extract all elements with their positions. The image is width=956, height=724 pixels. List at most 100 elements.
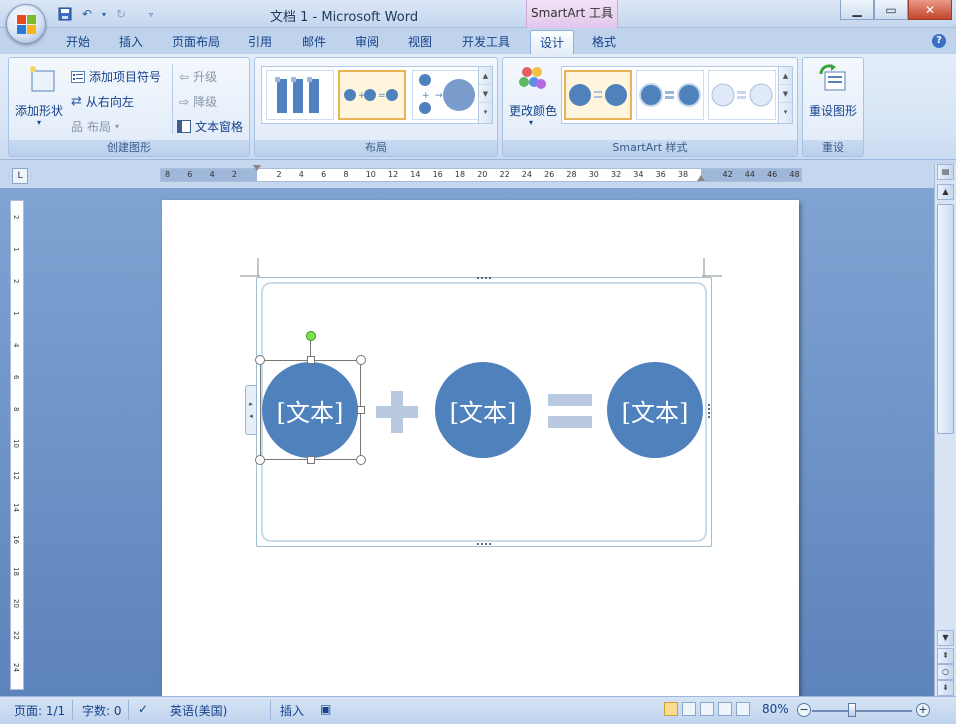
style-option-simple[interactable] <box>564 70 632 120</box>
document-page[interactable]: ▸ ◂ [文本] [文本] [文本] <box>162 200 799 700</box>
tab-mailings[interactable]: 邮件 <box>294 30 334 54</box>
maximize-button[interactable]: ▭ <box>874 0 908 20</box>
horizontal-ruler[interactable]: 8 6 4 2 2 4 6 8 10 12 14 16 18 20 22 24 26 28 30 32 34 36 38 42… <box>160 165 802 182</box>
layout-button[interactable]: 品 布局 ▾ <box>71 118 119 135</box>
resize-handle-se[interactable] <box>356 455 366 465</box>
scroll-up-icon[interactable]: ▲ <box>479 67 492 85</box>
zoom-slider[interactable] <box>812 710 912 712</box>
resize-handle-n[interactable] <box>307 356 315 364</box>
tab-review[interactable]: 审阅 <box>347 30 387 54</box>
smartart-node-2[interactable]: [文本] <box>435 362 531 458</box>
layout-option-vertical-bars[interactable] <box>266 70 334 120</box>
resize-handle-nw[interactable] <box>255 355 265 365</box>
scroll-thumb[interactable] <box>937 204 954 434</box>
undo-icon[interactable]: ↶ <box>78 6 96 22</box>
layout-option-equation[interactable]: + = <box>338 70 406 120</box>
promote-button[interactable]: ⇦ 升级 <box>179 68 217 85</box>
redo-icon[interactable]: ↻ <box>112 6 130 22</box>
tab-design[interactable]: 设计 <box>530 30 574 54</box>
more-icon[interactable]: ▾ <box>479 103 492 121</box>
style-option-outline[interactable] <box>636 70 704 120</box>
scroll-down-icon[interactable]: ▼ <box>779 85 792 103</box>
minimize-button[interactable]: ▁ <box>840 0 874 20</box>
resize-handle-e[interactable] <box>357 406 365 414</box>
scroll-down-icon[interactable]: ▼ <box>479 85 492 103</box>
right-to-left-button[interactable]: ⇄ 从右向左 <box>71 93 134 110</box>
promote-label: 升级 <box>193 70 218 84</box>
text-pane-button[interactable]: 文本窗格 <box>177 118 243 135</box>
styles-gallery-scroll[interactable]: ▲ ▼ ▾ <box>778 67 792 123</box>
ruler-toggle-icon[interactable]: ▤ <box>937 164 954 180</box>
smartart-node-3[interactable]: [文本] <box>607 362 703 458</box>
tab-insert[interactable]: 插入 <box>111 30 151 54</box>
layout-option-vertical-equation[interactable]: + → <box>412 70 480 120</box>
undo-dropdown-icon[interactable]: ▾ <box>100 6 108 22</box>
outline-view-button[interactable] <box>718 702 732 716</box>
scroll-down-button[interactable]: ▼ <box>937 630 954 646</box>
print-layout-view-button[interactable] <box>664 702 678 716</box>
close-button[interactable]: ✕ <box>908 0 952 20</box>
help-icon[interactable]: ? <box>932 34 946 48</box>
ruler-tick-label: 8 <box>165 170 171 179</box>
equals-operator[interactable] <box>548 394 592 428</box>
right-indent-marker[interactable] <box>697 175 705 181</box>
customize-qat-icon[interactable]: ▿ <box>142 6 160 22</box>
save-icon[interactable] <box>56 6 74 22</box>
vertical-scrollbar[interactable]: ▤ ▲ ▼ ⇞ ○ ⇟ <box>934 164 956 696</box>
browse-object-button[interactable]: ○ <box>937 664 954 680</box>
frame-handle-bottom[interactable] <box>477 543 491 546</box>
style-option-light[interactable] <box>708 70 776 120</box>
zoom-out-button[interactable]: − <box>797 703 811 717</box>
org-chart-icon: 品 <box>71 120 84 134</box>
ruler-tick-label: 22 <box>499 170 510 179</box>
tab-home[interactable]: 开始 <box>58 30 98 54</box>
resize-handle-s[interactable] <box>307 456 315 464</box>
reset-group-label: 重设 <box>803 140 863 156</box>
tab-view[interactable]: 视图 <box>400 30 440 54</box>
previous-page-button[interactable]: ⇞ <box>937 648 954 664</box>
tab-developer[interactable]: 开发工具 <box>454 30 518 54</box>
title-bar: ↶ ▾ ↻ ▿ 文档 1 - Microsoft Word SmartArt 工… <box>0 0 956 28</box>
left-indent-marker[interactable] <box>253 165 261 171</box>
tab-selector-button[interactable]: L <box>12 168 28 184</box>
ruler-tick-label: 30 <box>588 170 599 179</box>
text-pane-toggle[interactable]: ▸ ◂ <box>245 385 257 435</box>
demote-button[interactable]: ⇨ 降级 <box>179 93 217 110</box>
ruler-tick-label: 10 <box>12 439 20 448</box>
add-shape-button[interactable]: 添加形状 ▾ <box>13 62 69 132</box>
page-count[interactable]: 页面: 1/1 <box>14 702 65 719</box>
plus-operator[interactable] <box>376 391 418 433</box>
next-page-button[interactable]: ⇟ <box>937 680 954 696</box>
vertical-ruler[interactable]: 2 1 2 1 4 6 8 10 12 14 16 18 20 22 24 <box>10 200 24 690</box>
frame-handle-top[interactable] <box>477 277 491 280</box>
tab-format[interactable]: 格式 <box>584 30 624 54</box>
scroll-up-icon[interactable]: ▲ <box>779 67 792 85</box>
draft-view-button[interactable] <box>736 702 750 716</box>
zoom-slider-thumb[interactable] <box>848 703 856 717</box>
resize-handle-sw[interactable] <box>255 455 265 465</box>
zoom-in-button[interactable]: + <box>916 703 930 717</box>
macro-record-icon[interactable]: ▣ <box>320 702 331 716</box>
scroll-up-button[interactable]: ▲ <box>937 184 954 200</box>
add-bullet-button[interactable]: 添加项目符号 <box>71 68 161 85</box>
proofing-icon[interactable]: ✓ <box>138 702 148 716</box>
ruler-tick-label: 14 <box>410 170 421 179</box>
demote-label: 降级 <box>193 95 218 109</box>
resize-handle-ne[interactable] <box>356 355 366 365</box>
rotation-handle[interactable] <box>306 331 316 341</box>
layouts-gallery-scroll[interactable]: ▲ ▼ ▾ <box>478 67 492 123</box>
office-button[interactable] <box>6 4 46 44</box>
web-layout-view-button[interactable] <box>700 702 714 716</box>
tab-page-layout[interactable]: 页面布局 <box>166 30 226 54</box>
language[interactable]: 英语(美国) <box>170 702 227 719</box>
insert-mode[interactable]: 插入 <box>280 702 304 719</box>
ruler-tick-label: 1 <box>12 311 20 316</box>
word-count[interactable]: 字数: 0 <box>82 702 122 719</box>
tab-references[interactable]: 引用 <box>240 30 280 54</box>
frame-handle-right[interactable] <box>708 404 711 418</box>
change-colors-button[interactable]: 更改颜色 ▾ <box>505 62 559 132</box>
more-icon[interactable]: ▾ <box>779 103 792 121</box>
zoom-level[interactable]: 80% <box>762 702 789 716</box>
reset-graphic-button[interactable]: 重设图形 <box>805 62 863 132</box>
full-screen-reading-view-button[interactable] <box>682 702 696 716</box>
